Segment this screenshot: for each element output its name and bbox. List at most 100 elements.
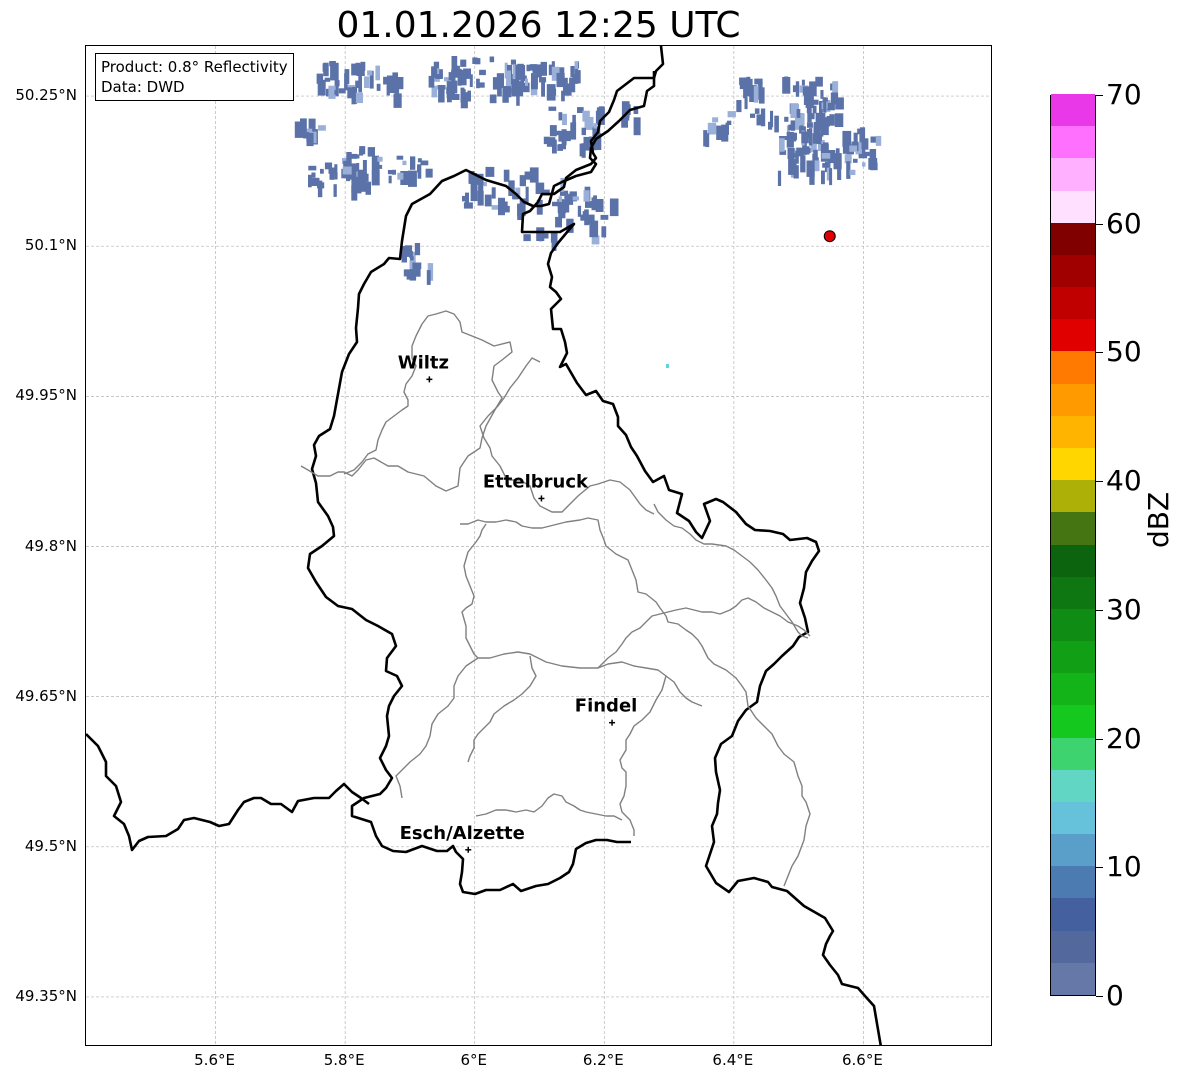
radar-site-marker[interactable] (823, 230, 836, 243)
radar-echo-pixel (815, 112, 819, 126)
lat-tick-label: 49.35°N (15, 986, 77, 1005)
radar-echo-pixel (595, 199, 604, 212)
radar-echo-pixel (793, 165, 799, 179)
radar-echo-pixel (861, 139, 866, 156)
radar-echo-pixel (428, 75, 435, 88)
colorbar-swatch (1051, 608, 1095, 642)
radar-echo-pixel (813, 149, 818, 161)
colorbar-tick-mark (1096, 481, 1103, 483)
radar-echo-pixel (633, 117, 641, 136)
radar-echo-pixel (535, 64, 542, 78)
radar-echo-pixel (470, 183, 478, 202)
radar-echo-pixel (849, 169, 856, 175)
radar-echo-pixel (378, 164, 383, 169)
canton-border-south (395, 657, 479, 799)
radar-echo-pixel (562, 113, 567, 125)
radar-echo-pixel (320, 168, 324, 174)
radar-echo-pixel (556, 130, 561, 136)
radar-echo-pixel (600, 214, 609, 220)
radar-echo-pixel (333, 184, 337, 197)
colorbar-swatch (1051, 672, 1095, 706)
lon-tick-label: 6°E (460, 1051, 487, 1069)
colorbar-swatch (1051, 318, 1095, 352)
colorbar-tick-mark (1096, 352, 1103, 354)
radar-echo-pixel (353, 154, 360, 159)
radar-echo-pixel (510, 59, 516, 65)
radar-echo-pixel (822, 163, 830, 168)
radar-echo-pixel (334, 90, 339, 95)
radar-echo-pixel (346, 152, 352, 165)
city-marker[interactable]: Wiltz (398, 352, 449, 383)
lon-tick-label: 5.6°E (194, 1051, 235, 1069)
radar-echo-pixel (512, 65, 516, 80)
radar-echo-pixel (498, 197, 505, 216)
colorbar-swatch (1051, 511, 1095, 545)
radar-echo-pixel (837, 167, 842, 180)
radar-echo-pixel (425, 168, 433, 178)
map-panel[interactable]: Wiltz Ettelbruck Findel Esch/Alzette Produc… (85, 45, 992, 1046)
radar-echo-pixel (869, 162, 878, 171)
radar-echo-pixel (506, 70, 511, 87)
radar-echo-pixel (297, 132, 305, 138)
canton-border-south-4 (475, 793, 623, 821)
radar-echo-pixel (566, 130, 571, 142)
colorbar-swatch (1051, 93, 1095, 127)
colorbar-swatch (1051, 479, 1095, 513)
radar-echo-pixel (806, 105, 811, 114)
colorbar-swatch (1051, 737, 1095, 770)
radar-echo-pixel (756, 114, 764, 126)
radar-echo-pixel (808, 128, 813, 146)
canton-border-south-2 (467, 655, 537, 763)
radar-echo-pixel (408, 170, 417, 187)
radar-echo-pixel (317, 182, 325, 189)
lat-tick-label: 49.65°N (15, 686, 77, 705)
colorbar-tick-mark (1096, 867, 1103, 869)
radar-echo-pixel (460, 59, 467, 67)
colorbar-tick-label: 50 (1106, 335, 1142, 369)
city-marker[interactable]: Ettelbruck (483, 471, 589, 502)
radar-echo-pixel (435, 74, 443, 79)
city-layer: Wiltz Ettelbruck Findel Esch/Alzette (398, 352, 638, 853)
lon-tick-label: 6.6°E (842, 1051, 883, 1069)
radar-echo-pixel (462, 195, 468, 202)
radar-echo-pixel (821, 170, 825, 185)
radar-echo-pixel (555, 216, 562, 228)
radar-echo-pixel (491, 187, 496, 199)
radar-echo-pixel (539, 77, 547, 83)
radar-echo-pixel (391, 169, 396, 175)
radar-echo-pixel (834, 113, 844, 127)
colorbar-swatch (1051, 350, 1095, 384)
radar-echo-pixel (736, 100, 742, 113)
radar-echo-pixel (574, 68, 579, 84)
product-label: Product: 0.8° Reflectivity (101, 58, 288, 76)
radar-echo-pixel (524, 171, 531, 180)
colorbar-swatch (1051, 222, 1095, 255)
radar-echo-pixel (300, 118, 307, 134)
product-info-box: Product: 0.8° Reflectivity Data: DWD (95, 53, 294, 101)
radar-echo-pixel (324, 77, 331, 82)
radar-echo-pixel (750, 113, 756, 118)
radar-echo-pixel (414, 243, 421, 256)
radar-echo-pixel (816, 133, 822, 141)
radar-echo-pixel (451, 56, 458, 71)
radar-echo-pixel (496, 73, 504, 88)
radar-echo-pixel (601, 226, 607, 238)
radar-echo-pixel (803, 146, 810, 155)
data-source-label: Data: DWD (101, 78, 185, 96)
radar-echo-pixel (367, 147, 375, 157)
radar-echo-pixel (572, 114, 576, 132)
radar-echo-pixel (582, 211, 587, 217)
colorbar-swatch (1051, 769, 1095, 802)
map-canvas[interactable]: Wiltz Ettelbruck Findel Esch/Alzette (86, 46, 992, 1046)
radar-echo-pixel (387, 170, 393, 175)
radar-echo-pixel (444, 77, 449, 82)
radar-echo-pixel (364, 76, 370, 88)
radar-echo-pixel (829, 114, 835, 126)
radar-echo-pixel (725, 122, 729, 135)
city-marker[interactable]: Findel (575, 696, 638, 726)
canton-border-east-2 (597, 597, 811, 669)
radar-echo-pixel (543, 136, 550, 145)
radar-echo-pixel (823, 142, 829, 149)
radar-echo-pixel (438, 85, 445, 103)
colorbar-tick-label: 20 (1106, 721, 1142, 755)
